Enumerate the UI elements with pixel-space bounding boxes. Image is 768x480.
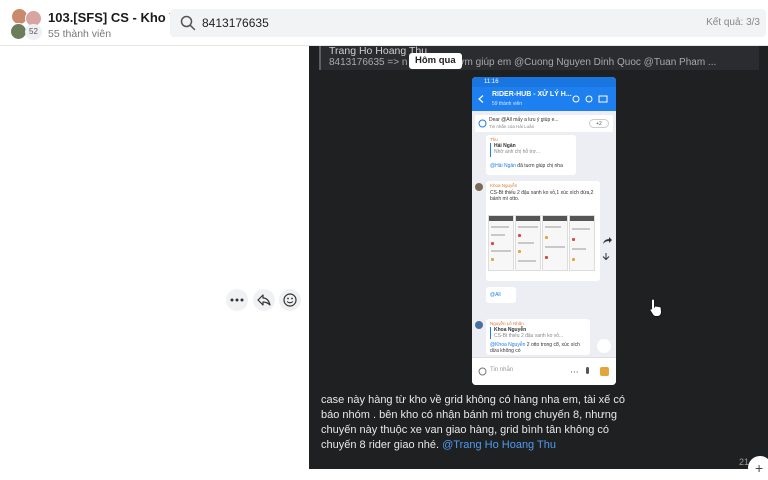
add-reaction-button[interactable]: + <box>748 456 768 480</box>
screenshot-thumbnail <box>488 215 514 271</box>
screenshot-thumbnail <box>542 215 568 271</box>
phone-header-icons <box>572 95 608 103</box>
phone-msg1-sender: Thu <box>490 137 498 142</box>
phone-message-4: Nguyễn Lê Nhân Khoa Nguyễn CS-Bt thiếu 2… <box>486 319 590 355</box>
group-avatar[interactable]: 52 <box>8 8 42 40</box>
search-input[interactable]: 8413176635 Kết quả: 3/3 <box>170 9 766 37</box>
attached-image[interactable]: 11:16 RIDER-HUB - XỬ LÝ H... 59 thành vi… <box>472 77 616 385</box>
mouse-cursor-icon <box>649 298 662 317</box>
phone-message-input: Tin nhắn ··· <box>472 357 616 385</box>
emoji-icon <box>478 367 487 376</box>
phone-pinned-text: Dear @All mấy a lưu ý giúp e... <box>489 117 559 123</box>
phone-message-2: Khoa Nguyễn CS-Bt thiếu 2 đậu xanh ko vỏ… <box>486 181 600 281</box>
phone-msg3-mention: @All <box>490 292 501 298</box>
phone-msg2-screenshots <box>488 215 595 271</box>
mention-link[interactable]: @Trang Ho Hoang Thu <box>442 439 556 451</box>
phone-msg1-quote-text: Nhờ anh chị hỗ trợ... <box>494 149 541 155</box>
phone-pinned-message: Dear @All mấy a lưu ý giúp e... Tin nhắn… <box>475 115 613 132</box>
phone-msg2-text: CS-Bt thiếu 2 đậu xanh ko vỏ,1 xúc xích … <box>490 190 594 202</box>
message-action-bar <box>226 289 302 311</box>
phone-input-icons: ··· <box>570 367 609 377</box>
phone-msg1-text: @Hải Ngân đã tuơn giúp chị nha <box>490 163 563 169</box>
scroll-down-button <box>597 339 611 353</box>
phone-chat-subtitle: 59 thành viên <box>492 101 523 107</box>
emoji-icon <box>283 293 297 307</box>
search-icon <box>180 15 196 31</box>
more-icon <box>230 298 244 302</box>
plus-icon: + <box>755 460 764 476</box>
phone-msg1-quote: Hải Ngân Nhờ anh chị hỗ trợ... <box>490 143 572 157</box>
phone-input-placeholder: Tin nhắn <box>490 367 514 373</box>
phone-msg4-quote-text: CS-Bt thiếu 2 đậu xanh ko vỏ... <box>494 333 564 339</box>
back-arrow-icon <box>478 95 484 103</box>
message-text: case này hàng từ kho về grid không có hà… <box>321 393 646 453</box>
phone-msg1-body: đã tuơn giúp chị nha <box>515 163 563 169</box>
screenshot-thumbnail <box>569 215 595 271</box>
conversation-header: 52 103.[SFS] CS - Kho Vận 55 thành viên … <box>0 0 768 46</box>
reply-button[interactable] <box>253 289 275 311</box>
quoted-text: 8413176635 => n case này sớm giúp em @Cu… <box>329 57 717 68</box>
chat-pane: Trang Ho Hoang Thu 8413176635 => n case … <box>309 45 768 480</box>
search-query[interactable]: 8413176635 <box>202 16 269 30</box>
phone-pinned-badge: +2 <box>589 119 609 128</box>
avatar <box>475 321 483 329</box>
reply-icon <box>257 294 271 306</box>
phone-chat-header: RIDER-HUB - XỬ LÝ H... 59 thành viên <box>472 87 616 111</box>
left-pane <box>0 46 309 469</box>
phone-message-3: @All <box>486 287 516 303</box>
date-pill: Hôm qua <box>409 53 462 69</box>
download-icon <box>602 253 610 261</box>
phone-msg4-sender: Nguyễn Lê Nhân <box>490 321 524 326</box>
member-count[interactable]: 55 thành viên <box>48 28 111 40</box>
avatar <box>475 183 483 191</box>
phone-msg4-quote: Khoa Nguyễn CS-Bt thiếu 2 đậu xanh ko vỏ… <box>490 327 586 339</box>
svg-text:···: ··· <box>570 368 579 377</box>
share-icon <box>603 237 612 244</box>
screenshot-thumbnail <box>515 215 541 271</box>
more-options-button[interactable] <box>226 289 248 311</box>
avatar-count: 52 <box>25 24 42 40</box>
quoted-message[interactable]: Trang Ho Hoang Thu 8413176635 => n case … <box>319 45 759 70</box>
phone-status-bar: 11:16 <box>472 77 616 87</box>
search-result-count: Kết quả: 3/3 <box>706 17 760 28</box>
react-button[interactable] <box>279 289 301 311</box>
phone-chat-title: RIDER-HUB - XỬ LÝ H... <box>492 91 572 98</box>
phone-msg4-text: @Khoa Nguyễn 2 otto trong c8, xúc xích d… <box>490 342 586 354</box>
phone-message-1: Thu Hải Ngân Nhờ anh chị hỗ trợ... @Hải … <box>486 135 576 175</box>
phone-msg2-sender: Khoa Nguyễn <box>490 183 518 188</box>
phone-msg1-mention: @Hải Ngân <box>490 163 516 169</box>
phone-pinned-sub: Tin nhắn của Hải Luân <box>489 124 535 129</box>
chat-icon <box>478 119 487 128</box>
